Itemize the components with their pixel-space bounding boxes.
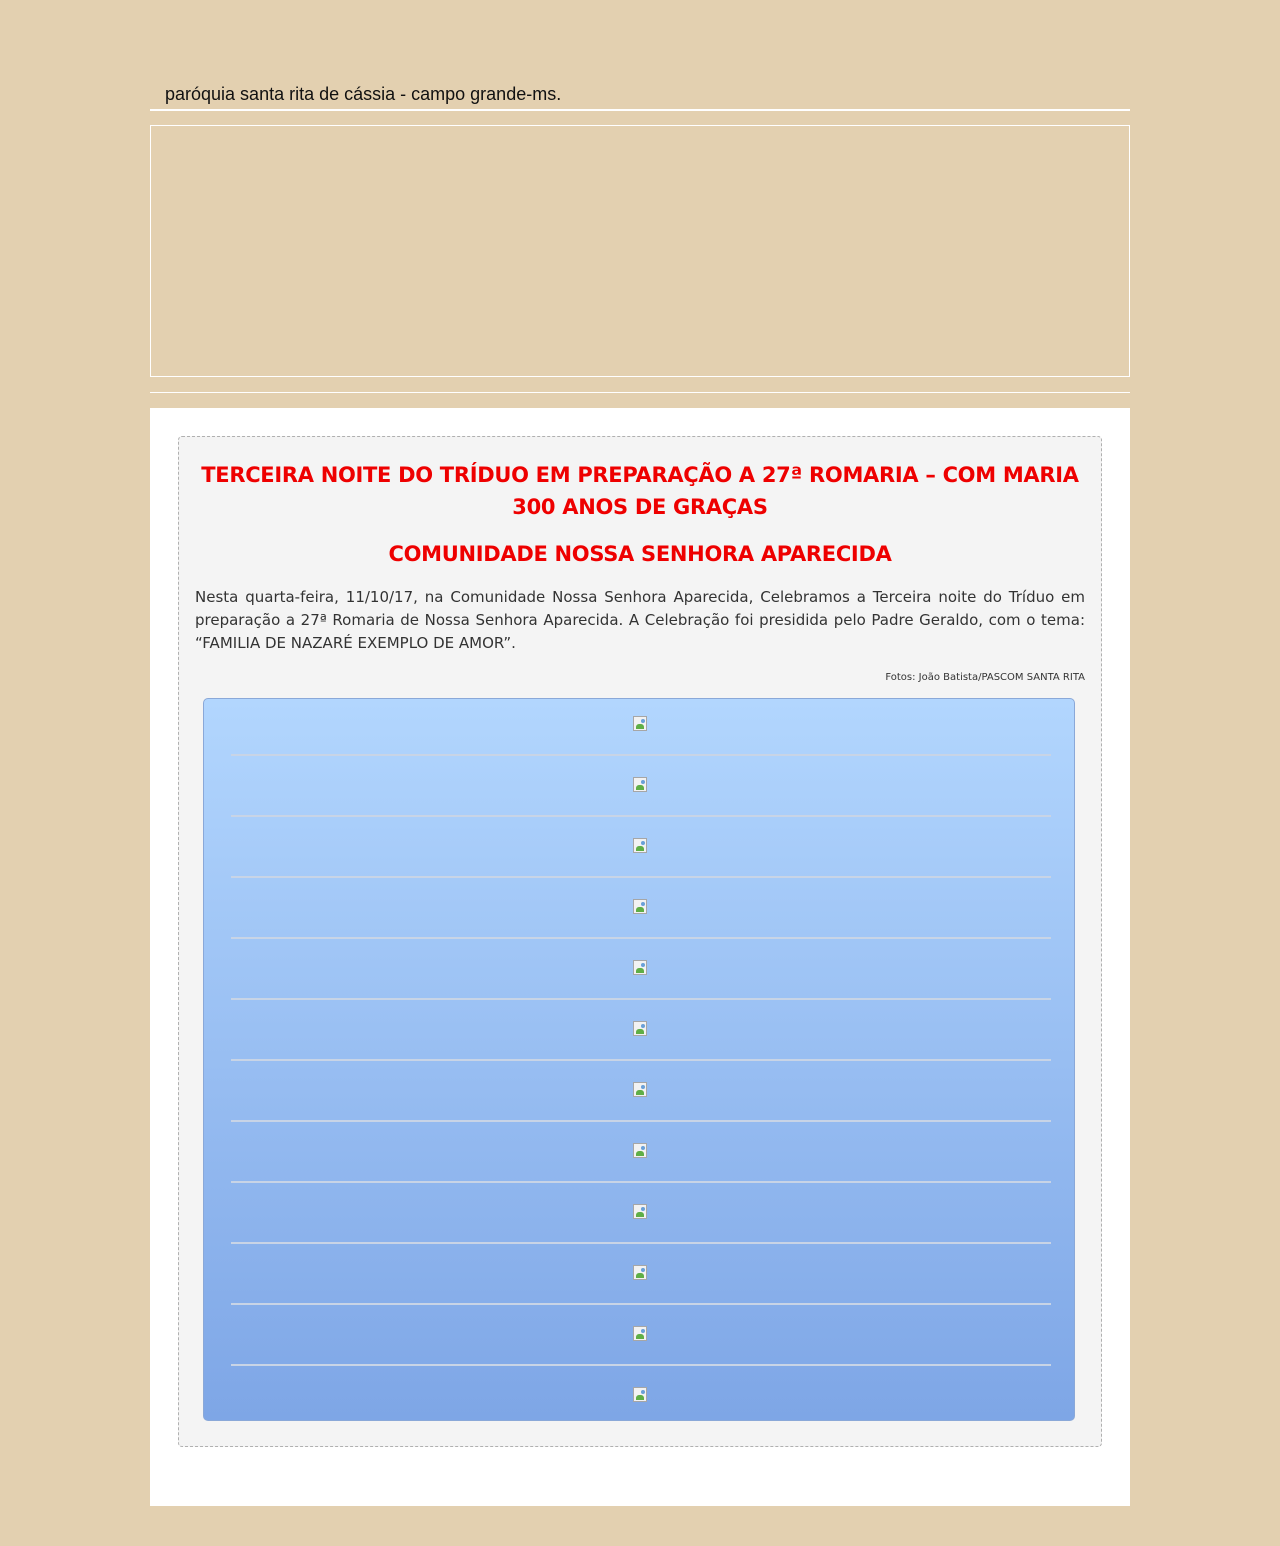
post-box: TERCEIRA NOITE DO TRÍDUO EM PREPARAÇÃO A… <box>178 436 1102 1447</box>
broken-image-icon <box>633 1204 647 1219</box>
broken-image-icon <box>633 1387 647 1402</box>
gallery-image-2[interactable] <box>231 760 1051 821</box>
gallery-divider <box>231 876 1051 878</box>
header-banner <box>150 125 1130 377</box>
content-panel: TERCEIRA NOITE DO TRÍDUO EM PREPARAÇÃO A… <box>150 408 1130 1506</box>
post-title: TERCEIRA NOITE DO TRÍDUO EM PREPARAÇÃO A… <box>201 463 1079 519</box>
gallery-divider <box>231 754 1051 756</box>
banner-divider <box>150 392 1130 393</box>
gallery-image-10[interactable] <box>231 1248 1051 1309</box>
photo-credit: Fotos: João Batista/PASCOM SANTA RITA <box>885 672 1085 683</box>
broken-image-icon <box>633 716 647 731</box>
gallery-divider <box>231 1303 1051 1305</box>
broken-image-icon <box>633 1082 647 1097</box>
gallery-image-5[interactable] <box>231 943 1051 1004</box>
broken-image-icon <box>633 838 647 853</box>
gallery-divider <box>231 1181 1051 1183</box>
gallery-image-6[interactable] <box>231 1004 1051 1065</box>
gallery-image-1[interactable] <box>231 699 1051 760</box>
gallery-divider <box>231 1364 1051 1366</box>
broken-image-icon <box>633 899 647 914</box>
gallery-divider <box>231 1059 1051 1061</box>
broken-image-icon <box>633 1021 647 1036</box>
gallery-image-12[interactable] <box>231 1370 1051 1431</box>
photo-gallery <box>203 698 1075 1421</box>
broken-image-icon <box>633 1326 647 1341</box>
gallery-image-9[interactable] <box>231 1187 1051 1248</box>
gallery-divider <box>231 998 1051 1000</box>
gallery-image-11[interactable] <box>231 1309 1051 1370</box>
gallery-divider <box>231 1242 1051 1244</box>
gallery-divider <box>231 815 1051 817</box>
gallery-divider <box>231 937 1051 939</box>
title-divider <box>150 109 1130 111</box>
gallery-image-7[interactable] <box>231 1065 1051 1126</box>
gallery-divider <box>231 1120 1051 1122</box>
gallery-image-8[interactable] <box>231 1126 1051 1187</box>
gallery-image-3[interactable] <box>231 821 1051 882</box>
broken-image-icon <box>633 1265 647 1280</box>
broken-image-icon <box>633 1143 647 1158</box>
post-body: Nesta quarta-feira, 11/10/17, na Comunid… <box>195 588 1085 652</box>
broken-image-icon <box>633 960 647 975</box>
post-subtitle: COMUNIDADE NOSSA SENHORA APARECIDA <box>388 542 892 566</box>
broken-image-icon <box>633 777 647 792</box>
site-title[interactable]: paróquia santa rita de cássia - campo gr… <box>165 83 561 105</box>
gallery-image-4[interactable] <box>231 882 1051 943</box>
